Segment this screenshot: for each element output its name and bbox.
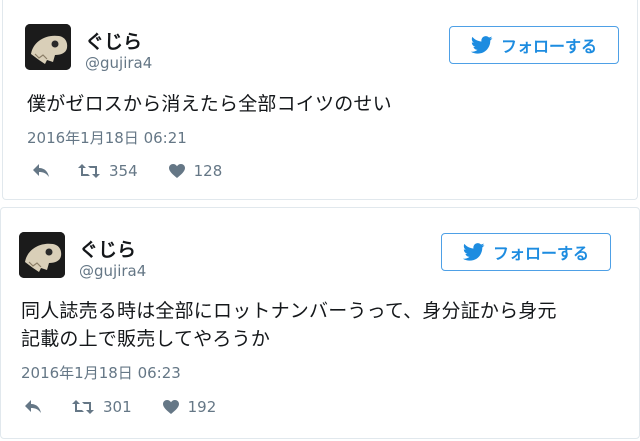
skull-avatar-icon — [25, 24, 71, 70]
tweet-actions: 354 128 — [31, 162, 222, 180]
tweet-card: ぐじら @gujira4 フォローする 僕がゼロスから消えたら全部コイツのせい … — [2, 0, 638, 200]
user-handle[interactable]: @gujira4 — [85, 54, 152, 72]
follow-button[interactable]: フォローする — [441, 233, 611, 271]
reply-button[interactable] — [31, 162, 51, 180]
follow-button[interactable]: フォローする — [449, 26, 619, 64]
twitter-bird-icon — [462, 243, 485, 261]
tweet-text: 僕がゼロスから消えたら全部コイツのせい — [27, 90, 392, 118]
display-name[interactable]: ぐじら — [85, 27, 142, 54]
avatar[interactable] — [25, 24, 71, 70]
tweet-text-line: 僕がゼロスから消えたら全部コイツのせい — [27, 93, 392, 115]
display-name[interactable]: ぐじら — [79, 235, 136, 262]
tweet-card: ぐじら @gujira4 フォローする 同人誌売る時は全部にロットナンバーうって… — [0, 207, 640, 439]
user-handle[interactable]: @gujira4 — [79, 262, 146, 280]
like-count: 192 — [187, 398, 217, 416]
avatar[interactable] — [19, 232, 65, 278]
retweet-button[interactable]: 301 — [71, 398, 132, 416]
retweet-count: 354 — [109, 162, 138, 180]
retweet-icon — [78, 164, 100, 178]
tweet-text-line: 記載の上で販売してやろうか — [21, 328, 271, 350]
follow-label: フォローする — [492, 244, 589, 263]
heart-icon — [168, 164, 185, 178]
twitter-bird-icon — [470, 36, 493, 54]
tweet-timestamp[interactable]: 2016年1月18日 06:23 — [21, 362, 181, 383]
heart-icon — [162, 400, 179, 414]
like-count: 128 — [193, 162, 223, 180]
retweet-icon — [72, 400, 94, 414]
retweet-button[interactable]: 354 — [77, 162, 138, 180]
like-button[interactable]: 128 — [168, 162, 223, 180]
tweet-actions: 301 192 — [23, 398, 216, 416]
reply-icon — [25, 400, 41, 413]
reply-icon — [33, 164, 49, 177]
tweet-text: 同人誌売る時は全部にロットナンバーうって、身分証から身元 記載の上で販売してやろ… — [21, 297, 557, 353]
tweet-timestamp[interactable]: 2016年1月18日 06:21 — [27, 127, 187, 148]
skull-avatar-icon — [19, 232, 65, 278]
reply-button[interactable] — [23, 398, 43, 416]
like-button[interactable]: 192 — [162, 398, 217, 416]
retweet-count: 301 — [103, 398, 132, 416]
tweet-text-line: 同人誌売る時は全部にロットナンバーうって、身分証から身元 — [21, 300, 557, 322]
follow-label: フォローする — [500, 37, 597, 56]
